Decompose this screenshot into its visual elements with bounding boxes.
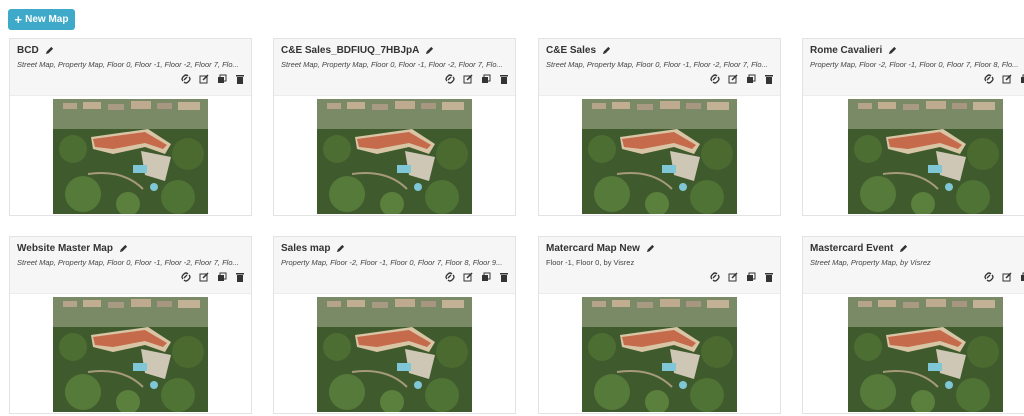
edit-icon[interactable] xyxy=(463,272,473,282)
map-card[interactable]: C&E Sales Street Map, Property Map, Floo… xyxy=(538,38,781,216)
duplicate-icon[interactable] xyxy=(746,272,756,282)
link-icon[interactable] xyxy=(181,74,191,84)
pencil-icon[interactable] xyxy=(336,244,345,253)
map-thumbnail[interactable] xyxy=(317,297,472,412)
pencil-icon[interactable] xyxy=(888,46,897,55)
map-title: Mastercard Event xyxy=(810,243,894,254)
map-title: Matercard Map New xyxy=(546,243,640,254)
map-subtitle: Street Map, Property Map, Floor 0, Floor… xyxy=(281,60,503,69)
edit-icon[interactable] xyxy=(1002,74,1012,84)
duplicate-icon[interactable] xyxy=(1020,272,1024,282)
map-title: BCD xyxy=(17,45,39,56)
map-subtitle: Street Map, Property Map, Floor 0, Floor… xyxy=(17,60,239,69)
new-map-button[interactable]: + New Map xyxy=(8,9,75,30)
link-icon[interactable] xyxy=(710,272,720,282)
map-card[interactable]: Mastercard Event Street Map, Property Ma… xyxy=(802,236,1024,414)
map-title: Rome Cavalieri xyxy=(810,45,883,56)
delete-icon[interactable] xyxy=(764,74,774,84)
new-map-label: New Map xyxy=(25,14,69,25)
map-thumbnail[interactable] xyxy=(582,99,737,214)
map-card[interactable]: C&E Sales_BDFIUQ_7HBJpA Street Map, Prop… xyxy=(273,38,516,216)
map-title: C&E Sales xyxy=(546,45,597,56)
map-subtitle: Property Map, Floor -2, Floor -1, Floor … xyxy=(810,60,1019,69)
map-thumbnail[interactable] xyxy=(848,99,1003,214)
map-title: C&E Sales_BDFIUQ_7HBJpA xyxy=(281,45,420,56)
edit-icon[interactable] xyxy=(1002,272,1012,282)
duplicate-icon[interactable] xyxy=(746,74,756,84)
edit-icon[interactable] xyxy=(199,272,209,282)
link-icon[interactable] xyxy=(181,272,191,282)
delete-icon[interactable] xyxy=(235,74,245,84)
edit-icon[interactable] xyxy=(463,74,473,84)
map-title: Website Master Map xyxy=(17,243,113,254)
duplicate-icon[interactable] xyxy=(217,272,227,282)
map-thumbnail[interactable] xyxy=(848,297,1003,412)
pencil-icon[interactable] xyxy=(899,244,908,253)
plus-icon: + xyxy=(14,12,23,27)
edit-icon[interactable] xyxy=(728,272,738,282)
map-card[interactable]: Website Master Map Street Map, Property … xyxy=(9,236,252,414)
map-title: Sales map xyxy=(281,243,331,254)
link-icon[interactable] xyxy=(445,74,455,84)
map-card[interactable]: Matercard Map New Floor -1, Floor 0, by … xyxy=(538,236,781,414)
pencil-icon[interactable] xyxy=(425,46,434,55)
map-thumbnail[interactable] xyxy=(53,297,208,412)
pencil-icon[interactable] xyxy=(646,244,655,253)
map-subtitle: Property Map, Floor -2, Floor -1, Floor … xyxy=(281,258,503,267)
edit-icon[interactable] xyxy=(199,74,209,84)
map-thumbnail[interactable] xyxy=(317,99,472,214)
map-thumbnail[interactable] xyxy=(53,99,208,214)
edit-icon[interactable] xyxy=(728,74,738,84)
pencil-icon[interactable] xyxy=(602,46,611,55)
link-icon[interactable] xyxy=(984,74,994,84)
pencil-icon[interactable] xyxy=(119,244,128,253)
duplicate-icon[interactable] xyxy=(217,74,227,84)
duplicate-icon[interactable] xyxy=(481,74,491,84)
map-card[interactable]: BCD Street Map, Property Map, Floor 0, F… xyxy=(9,38,252,216)
link-icon[interactable] xyxy=(984,272,994,282)
duplicate-icon[interactable] xyxy=(481,272,491,282)
delete-icon[interactable] xyxy=(499,272,509,282)
map-subtitle: Street Map, Property Map, Floor 0, Floor… xyxy=(546,60,768,69)
map-subtitle: Street Map, Property Map, Floor 0, Floor… xyxy=(17,258,239,267)
delete-icon[interactable] xyxy=(235,272,245,282)
link-icon[interactable] xyxy=(710,74,720,84)
duplicate-icon[interactable] xyxy=(1020,74,1024,84)
map-subtitle: Street Map, Property Map, by Visrez xyxy=(810,258,931,267)
map-card[interactable]: Sales map Property Map, Floor -2, Floor … xyxy=(273,236,516,414)
link-icon[interactable] xyxy=(445,272,455,282)
map-subtitle: Floor -1, Floor 0, by Visrez xyxy=(546,258,635,267)
pencil-icon[interactable] xyxy=(45,46,54,55)
map-thumbnail[interactable] xyxy=(582,297,737,412)
delete-icon[interactable] xyxy=(499,74,509,84)
delete-icon[interactable] xyxy=(764,272,774,282)
map-card[interactable]: Rome Cavalieri Property Map, Floor -2, F… xyxy=(802,38,1024,216)
